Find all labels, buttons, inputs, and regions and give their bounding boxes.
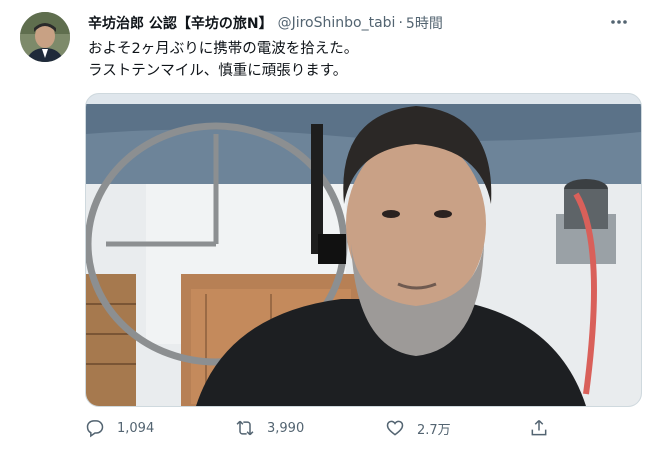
tweet-timestamp[interactable]: 5時間 <box>406 13 443 33</box>
reply-count: 1,094 <box>117 420 155 436</box>
tweet-text-line: ラストテンマイル、慎重に頑張ります。 <box>88 63 348 79</box>
share-button[interactable] <box>529 414 549 442</box>
tweet-text-line: およそ2ヶ月ぶりに携帯の電波を拾えた。 <box>88 41 359 57</box>
tweet-text: およそ2ヶ月ぶりに携帯の電波を拾えた。 ラストテンマイル、慎重に頑張ります。 <box>88 38 625 82</box>
tweet-photo[interactable] <box>85 93 642 407</box>
retweet-button[interactable]: 3,990 <box>235 414 304 442</box>
reply-button[interactable]: 1,094 <box>85 414 154 442</box>
avatar[interactable] <box>20 12 70 62</box>
retweet-count: 3,990 <box>267 420 305 436</box>
like-button[interactable]: 2.7万 <box>385 414 451 442</box>
share-icon <box>531 419 547 436</box>
tweet-action-bar: 1,094 3,990 2.7万 <box>85 414 605 442</box>
more-icon[interactable] <box>607 10 631 34</box>
tweet-header: 辛坊治郎 公認【辛坊の旅N】 @JiroShinbo_tabi · 5時間 <box>88 11 625 35</box>
retweet-icon <box>236 420 254 436</box>
author-handle[interactable]: @JiroShinbo_tabi <box>278 15 396 31</box>
author-name[interactable]: 辛坊治郎 公認【辛坊の旅N】 <box>88 13 273 33</box>
separator-dot: · <box>398 15 403 31</box>
like-count: 2.7万 <box>417 422 451 438</box>
reply-icon <box>86 420 104 438</box>
like-icon <box>386 420 404 436</box>
